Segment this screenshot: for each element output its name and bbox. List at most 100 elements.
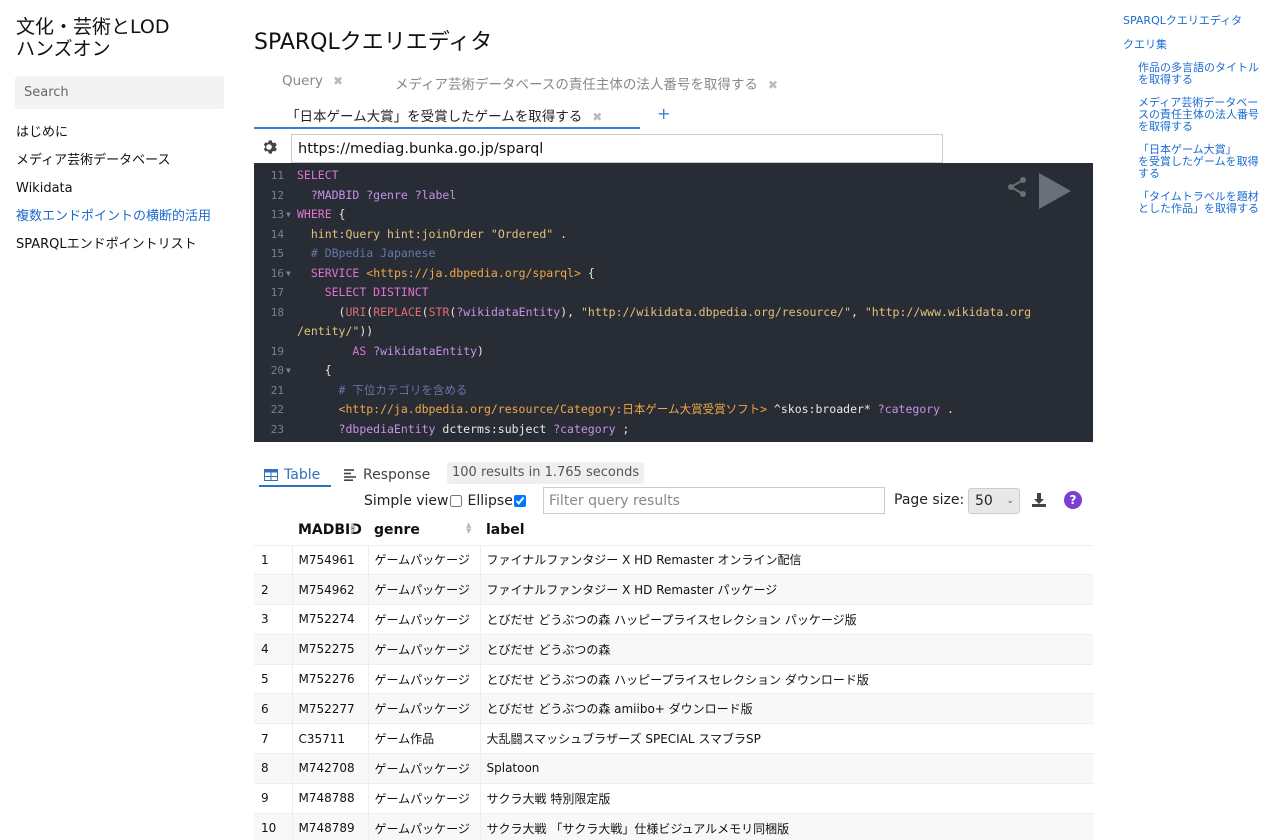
site-title[interactable]: 文化・芸術とLOD ハンズオン [16,16,170,60]
label-cell: とびだせ どうぶつの森 ハッピープライスセレクション パッケージ版 [479,604,1093,635]
line-number: 18 [270,305,284,319]
tab-label: Query [282,73,324,89]
label-cell: サクラ大戦 特別限定版 [479,782,1093,814]
madbid-cell[interactable]: M752274 [291,604,368,635]
toc-item[interactable]: 「日本ゲーム大賞」 を受賞したゲームを取得 する [1138,144,1273,180]
madbid-cell[interactable]: M752277 [291,693,368,724]
toc-item[interactable]: クエリ集 [1123,38,1273,52]
sidebar-item-media-arts-db[interactable]: メディア芸術データベース [16,152,211,180]
code-line: 12 ?MADBID ?genre ?label [254,186,1093,206]
simple-view-checkbox[interactable] [449,495,462,507]
column-header-label[interactable]: label [480,515,1093,545]
genre-cell: ゲームパッケージ [367,812,480,840]
table-row: 6 M752277 ゲームパッケージ とびだせ どうぶつの森 amiibo+ ダウンロ… [254,693,1093,724]
row-number-cell: 6 [254,693,292,724]
genre-cell: ゲームパッケージ [367,753,480,784]
sidebar-item-intro[interactable]: はじめに [16,124,211,152]
toc-item[interactable]: 「タイムトラベルを題材 とした作品」を取得する [1138,191,1273,215]
line-number: 13 [270,208,284,221]
row-number-cell: 1 [254,544,292,575]
filter-results-input[interactable] [543,487,885,514]
row-number-cell: 9 [254,782,292,814]
label-cell: とびだせ どうぶつの森 [479,633,1093,665]
tab-table[interactable]: Table [264,463,320,487]
genre-cell: ゲームパッケージ [367,782,480,814]
column-header-genre[interactable]: genre ▲ ▼ [368,515,480,545]
toc-item[interactable]: SPARQLクエリエディタ [1123,14,1273,28]
code-line: 17 SELECT DISTINCT [254,283,1093,303]
madbid-cell[interactable]: M752276 [291,663,368,694]
sidebar-item-endpoint-list[interactable]: SPARQLエンドポイントリスト [16,236,211,264]
table-of-contents: SPARQLクエリエディタ クエリ集作品の多言語のタイトル を取得するメディア芸術デ… [1123,14,1273,226]
sidebar-item-multi-endpoint[interactable]: 複数エンドポイントの横断的活用 [16,208,211,236]
fold-icon[interactable]: ▼ [286,205,291,225]
close-icon[interactable]: ✖ [592,110,602,124]
code-line: 22 <http://ja.dbpedia.org/resource/Categ… [254,400,1093,420]
sort-icon[interactable]: ▲ ▼ [350,522,355,535]
tab-label: 「日本ゲーム大賞」を受賞したゲームを取得する [286,109,583,125]
madbid-cell[interactable]: M754962 [291,574,368,605]
close-icon[interactable]: ✖ [768,78,778,92]
close-icon[interactable]: ✖ [333,74,343,88]
column-label: genre [374,521,420,538]
sidebar-item-wikidata[interactable]: Wikidata [16,180,211,208]
label-cell: Splatoon [479,753,1093,784]
label-cell: ファイナルファンタジー X HD Remaster パッケージ [479,574,1093,605]
genre-cell: ゲームパッケージ [367,633,480,665]
fold-icon[interactable]: ▼ [286,361,291,381]
code-line: /entity/")) [297,324,374,338]
ellipse-checkbox[interactable] [513,495,526,507]
line-number: 22 [270,403,284,416]
page-size-label: Page size: [894,492,965,508]
line-number: 17 [270,286,284,299]
settings-button[interactable] [258,136,282,158]
madbid-cell[interactable]: M752275 [291,633,368,665]
tab-corporate-number[interactable]: メディア芸術データベースの責任主体の法人番号を取得する ✖ [395,73,778,93]
row-number-cell: 2 [254,574,292,605]
madbid-cell[interactable]: M754961 [291,544,368,575]
download-icon[interactable] [1031,492,1047,508]
search-input[interactable] [15,76,224,109]
tab-query[interactable]: Query ✖ [282,73,343,89]
code-line: 13 ▼ WHERE { [254,205,1093,225]
endpoint-url-input[interactable] [291,134,943,163]
column-header-madbid[interactable]: MADBID ▲ ▼ [292,515,368,545]
toc-item-line: とした作品」を取得する [1138,202,1259,215]
line-number: 20 [270,364,284,377]
page-size-select[interactable]: 50 ⌄ [968,488,1020,514]
madbid-cell[interactable]: M748788 [291,782,368,814]
fold-icon[interactable]: ▼ [286,264,291,284]
line-number: 16 [270,266,284,280]
madbid-cell[interactable]: M742708 [291,753,368,784]
row-number-cell: 4 [254,633,292,665]
code-line: 16 ▼ SERVICE <https://ja.dbpedia.org/spar… [254,264,1093,284]
site-title-line2: ハンズオン [16,38,111,60]
page-title: SPARQLクエリエディタ [254,30,493,55]
label-cell: とびだせ どうぶつの森 amiibo+ ダウンロード版 [479,693,1093,724]
label-cell: ファイナルファンタジー X HD Remaster オンライン配信 [479,544,1093,575]
line-number: 12 [270,188,284,202]
query-editor[interactable]: 11 SELECT 12 ?MADBID ?genre ?label 13 ▼ WHE… [254,163,1093,442]
table-row: 4 M752275 ゲームパッケージ とびだせ どうぶつの森 [254,633,1093,665]
row-number-cell: 3 [254,604,292,635]
help-icon[interactable]: ? [1064,491,1082,509]
results-body: 1 M754961 ゲームパッケージ ファイナルファンタジー X HD Remaste… [254,544,1093,840]
run-query-button[interactable] [1037,171,1073,211]
share-icon[interactable] [1005,175,1029,199]
code-line: 19 AS ?wikidataEntity) [254,342,1093,362]
sort-icon[interactable]: ▲ ▼ [466,522,471,535]
tab-game-award[interactable]: 「日本ゲーム大賞」を受賞したゲームを取得する ✖ [286,105,602,125]
madbid-cell[interactable]: M748789 [291,812,368,840]
column-label: label [486,521,525,538]
madbid-cell[interactable]: C35711 [291,723,368,754]
code-line: 20 ▼ { [254,361,1093,381]
genre-cell: ゲームパッケージ [367,663,480,694]
toc-item[interactable]: 作品の多言語のタイトル を取得する [1138,62,1273,86]
add-tab-button[interactable]: + [657,104,670,123]
toc-item[interactable]: メディア芸術データベー スの責任主体の法人番号 を取得する [1138,97,1273,133]
line-number: 15 [270,247,284,260]
toc-item-line: を取得する [1138,120,1193,133]
line-number: 23 [270,422,284,436]
tab-response[interactable]: Response [344,463,430,487]
genre-cell: ゲームパッケージ [367,693,480,724]
